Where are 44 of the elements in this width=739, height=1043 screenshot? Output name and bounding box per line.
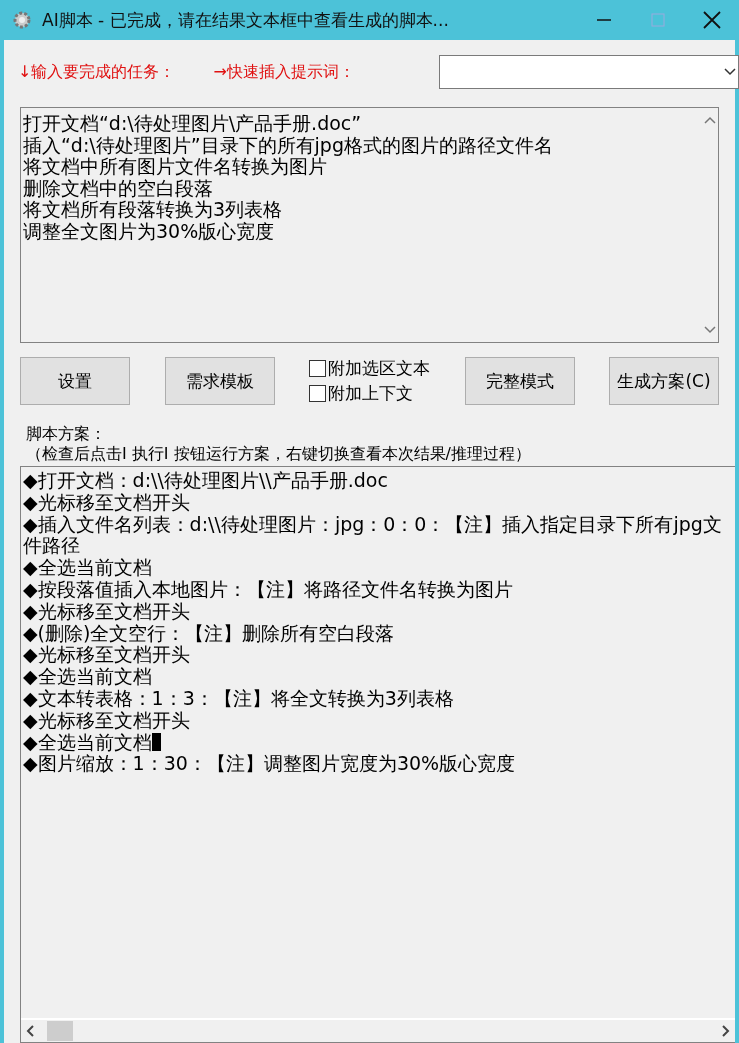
task-line: 将文档中所有图片文件名转换为图片 bbox=[23, 156, 327, 178]
prompt-label: →快速插入提示词： bbox=[213, 61, 355, 83]
action-button[interactable]: 完整模式 bbox=[464, 357, 575, 405]
task-line: 调整全文图片为30%版心宽度 bbox=[23, 220, 276, 242]
task-line: 删除文档中的空白段落 bbox=[23, 177, 214, 199]
scroll-right-icon[interactable] bbox=[721, 1025, 731, 1037]
horizontal-scrollbar[interactable] bbox=[21, 1018, 735, 1042]
action-button[interactable]: 生成方案(C) bbox=[609, 357, 719, 405]
script-label: 脚本方案： bbox=[26, 424, 107, 444]
script-line: ◆光标移至文档开头 bbox=[23, 600, 191, 623]
script-line: ◆打开文档：d:\\待处理图片\\产品手册.doc bbox=[23, 470, 389, 492]
script-line: ◆全选当前文档 bbox=[23, 731, 733, 754]
prompt-dropdown[interactable] bbox=[439, 55, 739, 89]
close-icon bbox=[702, 10, 722, 30]
script-line: ◆按段落值插入本地图片：【注】将路径文件名转换为图片 bbox=[23, 579, 514, 601]
script-line: ◆光标移至文档开头 bbox=[23, 644, 191, 667]
scroll-down-icon[interactable] bbox=[703, 326, 716, 334]
task-line: 将文档所有段落转换为3列表格 bbox=[23, 199, 284, 221]
script-line: ◆(删除)全文空行：【注】删除所有空白段落 bbox=[23, 622, 396, 645]
script-line: ◆图片缩放：1：30：【注】调整图片宽度为30%版心宽度 bbox=[23, 753, 517, 776]
option-checkbox[interactable]: 附加上下文 bbox=[309, 382, 430, 405]
scrollbar-thumb[interactable] bbox=[47, 1021, 73, 1041]
script-hint: （检查后点击Ⅰ 执行Ⅰ 按钮运行方案，右键切换查看本次结果/推理过程） bbox=[26, 444, 532, 464]
action-button[interactable]: 设置 bbox=[20, 357, 130, 405]
minimize-icon bbox=[597, 19, 611, 21]
action-button[interactable]: 需求模板 bbox=[164, 357, 275, 405]
script-line: ◆光标移至文档开头 bbox=[23, 709, 191, 732]
script-line: ◆文本转表格：1：3：【注】将全文转换为3列表格 bbox=[23, 687, 455, 710]
maximize-icon bbox=[650, 12, 666, 28]
script-line: ◆全选当前文档 bbox=[23, 666, 153, 688]
task-line: 插入“d:\待处理图片”目录下的所有jpg格式的图片的路径文件名 bbox=[23, 134, 554, 156]
gear-icon bbox=[12, 10, 32, 30]
task-label: ↓输入要完成的任务： bbox=[18, 61, 176, 83]
script-line: ◆全选当前文档 bbox=[23, 557, 153, 579]
script-line: ◆光标移至文档开头 bbox=[23, 491, 191, 514]
option-checkbox[interactable]: 附加选区文本 bbox=[309, 357, 430, 380]
window-title: AI脚本 - 已完成，请在结果文本框中查看生成的脚本... bbox=[42, 8, 450, 32]
chevron-icon bbox=[724, 68, 736, 76]
script-line: ◆插入文件名列表：d:\\待处理图片：jpg：0：0：【注】插入指定目录下所有jpg文件路径 bbox=[23, 513, 723, 558]
scroll-left-icon[interactable] bbox=[25, 1025, 35, 1037]
task-input-field[interactable]: 打开文档“d:\待处理图片\产品手册.doc” 插入“d:\待处理图片”目录下的所有jpg格式的图片的路径文件名 将文档中所有图片文件名转换为图片 删除文档中的空白段落 将文档所有段落转换为3列表格 调整全文图片为30%版心宽度 bbox=[20, 107, 719, 343]
scroll-up-icon[interactable] bbox=[703, 116, 716, 124]
script-output-field[interactable] bbox=[20, 466, 735, 1043]
task-line: 打开文档“d:\待处理图片\产品手册.doc” bbox=[23, 113, 363, 135]
